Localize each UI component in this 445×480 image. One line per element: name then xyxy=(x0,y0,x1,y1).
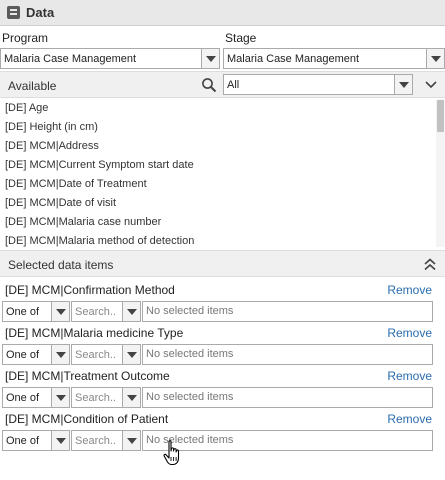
chevron-down-icon[interactable] xyxy=(51,302,69,321)
selected-items-title: Selected data items xyxy=(8,258,114,272)
stage-value: Malaria Case Management xyxy=(227,52,360,65)
search-combo[interactable]: Search.. xyxy=(71,301,141,322)
list-item[interactable]: [DE] Age xyxy=(0,99,445,118)
remove-link[interactable]: Remove xyxy=(387,412,432,426)
operator-select[interactable]: One of xyxy=(2,430,70,451)
list-item[interactable]: [DE] MCM|Malaria case number xyxy=(0,213,445,232)
data-item-name: [DE] MCM|Condition of Patient xyxy=(5,412,169,426)
panel-title: Data xyxy=(26,5,55,20)
search-placeholder: Search.. xyxy=(75,434,116,447)
operator-value: One of xyxy=(6,348,40,361)
selected-values-field[interactable]: No selected items xyxy=(142,430,433,451)
chevron-down-icon[interactable] xyxy=(122,302,140,321)
chevron-down-icon[interactable] xyxy=(122,431,140,450)
program-value: Malaria Case Management xyxy=(4,52,137,65)
chevron-down-icon[interactable] xyxy=(51,431,69,450)
chevron-down-icon[interactable] xyxy=(122,388,140,407)
operator-select[interactable]: One of xyxy=(2,301,70,322)
chevron-down-icon[interactable] xyxy=(122,345,140,364)
search-placeholder: Search.. xyxy=(75,305,116,318)
chevron-down-icon[interactable] xyxy=(426,49,444,68)
selected-values-field[interactable]: No selected items xyxy=(142,301,433,322)
stage-label: Stage xyxy=(225,31,257,45)
remove-link[interactable]: Remove xyxy=(387,283,432,297)
remove-link[interactable]: Remove xyxy=(387,326,432,340)
chevron-down-icon[interactable] xyxy=(51,345,69,364)
program-label: Program xyxy=(2,31,49,45)
selected-data-item: [DE] MCM|Malaria medicine Type Remove On… xyxy=(0,326,445,369)
chevron-down-icon[interactable] xyxy=(425,80,437,90)
selected-values-field[interactable]: No selected items xyxy=(142,387,433,408)
operator-select[interactable]: One of xyxy=(2,344,70,365)
search-icon[interactable] xyxy=(201,77,217,93)
data-item-name: [DE] MCM|Malaria medicine Type xyxy=(5,326,184,340)
selected-items-header: Selected data items xyxy=(0,250,445,277)
available-label: Available xyxy=(8,79,57,93)
filter-value: All xyxy=(227,78,240,91)
search-placeholder: Search.. xyxy=(75,391,116,404)
operator-value: One of xyxy=(6,305,40,318)
operator-value: One of xyxy=(6,391,40,404)
stage-select[interactable]: Malaria Case Management xyxy=(223,48,445,69)
chevron-down-icon[interactable] xyxy=(201,49,219,68)
available-toolbar: Available All xyxy=(0,71,445,98)
list-item[interactable]: [DE] MCM|Date of Treatment xyxy=(0,175,445,194)
list-item[interactable]: [DE] MCM|Address xyxy=(0,137,445,156)
filter-select[interactable]: All xyxy=(223,74,413,95)
list-item[interactable]: [DE] Height (in cm) xyxy=(0,118,445,137)
list-item[interactable]: [DE] MCM|Malaria method of detection xyxy=(0,232,445,247)
selected-values-field[interactable]: No selected items xyxy=(142,344,433,365)
chevron-down-icon[interactable] xyxy=(51,388,69,407)
remove-link[interactable]: Remove xyxy=(387,369,432,383)
selected-data-item: [DE] MCM|Condition of Patient Remove One… xyxy=(0,412,445,455)
search-combo[interactable]: Search.. xyxy=(71,430,141,451)
operator-select[interactable]: One of xyxy=(2,387,70,408)
list-item[interactable]: [DE] MCM|Date of visit xyxy=(0,194,445,213)
available-items-list[interactable]: [DE] Age [DE] Height (in cm) [DE] MCM|Ad… xyxy=(0,99,445,247)
data-item-name: [DE] MCM|Treatment Outcome xyxy=(5,369,170,383)
hand-cursor-icon xyxy=(163,440,180,466)
double-chevron-up-icon[interactable] xyxy=(424,258,436,271)
search-placeholder: Search.. xyxy=(75,348,116,361)
search-combo[interactable]: Search.. xyxy=(71,387,141,408)
data-table-icon xyxy=(7,6,20,19)
data-item-name: [DE] MCM|Confirmation Method xyxy=(5,283,175,297)
operator-value: One of xyxy=(6,434,40,447)
selected-data-item: [DE] MCM|Confirmation Method Remove One … xyxy=(0,283,445,326)
selected-data-item: [DE] MCM|Treatment Outcome Remove One of… xyxy=(0,369,445,412)
chevron-down-icon[interactable] xyxy=(394,75,412,94)
search-combo[interactable]: Search.. xyxy=(71,344,141,365)
list-item[interactable]: [DE] MCM|Current Symptom start date xyxy=(0,156,445,175)
data-panel-header[interactable]: Data xyxy=(0,0,445,26)
program-select[interactable]: Malaria Case Management xyxy=(0,48,220,69)
list-scrollbar-thumb[interactable] xyxy=(437,100,444,132)
